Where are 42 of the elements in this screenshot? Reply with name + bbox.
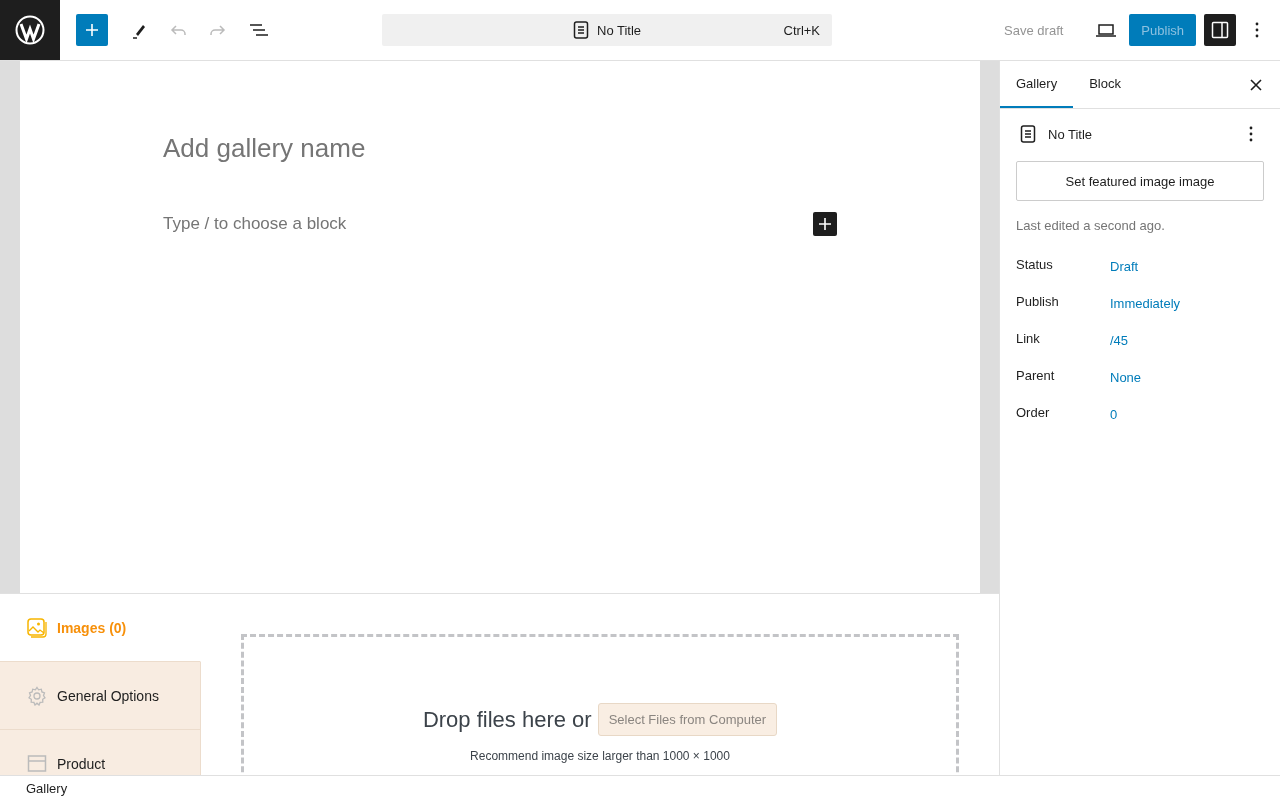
sidebar-tab[interactable]: Block — [1073, 61, 1137, 108]
field-label: Publish — [1016, 294, 1060, 311]
image-size-hint: Recommend image size larger than 1000 × 1000 — [470, 749, 730, 763]
select-files-button[interactable]: Select Files from Computer — [597, 703, 778, 736]
sidebar-tab[interactable]: Gallery — [1000, 61, 1074, 108]
wordpress-logo[interactable] — [0, 0, 60, 60]
plus-icon — [818, 217, 832, 231]
set-featured-image-button[interactable]: Set featured image image — [1016, 161, 1264, 201]
document-title: No Title — [597, 22, 642, 38]
laptop-icon[interactable] — [1095, 22, 1118, 38]
close-icon[interactable] — [1250, 78, 1262, 91]
field-value-link[interactable]: Draft — [1110, 257, 1264, 274]
plus-icon — [84, 22, 100, 38]
field-label: Link — [1016, 331, 1041, 348]
field-value-link[interactable]: Immediately — [1110, 294, 1264, 311]
save-draft-button[interactable]: Save draft — [1004, 16, 1076, 44]
field-value-link[interactable]: None — [1110, 368, 1264, 385]
document-icon — [1020, 125, 1036, 143]
document-icon — [573, 21, 589, 39]
breadcrumb-item[interactable]: Gallery — [26, 780, 68, 796]
field-value-link[interactable]: 0 — [1110, 405, 1264, 422]
command-bar[interactable]: No Title Ctrl+K — [382, 14, 833, 46]
field-value-link[interactable]: /45 — [1110, 331, 1264, 348]
layout-icon — [27, 753, 47, 774]
sidebar-icon — [1211, 21, 1229, 39]
more-options-icon[interactable] — [1254, 21, 1260, 39]
field-label: Order — [1016, 405, 1051, 422]
last-edited-text: Last edited a second ago. — [1016, 218, 1166, 233]
block-placeholder[interactable]: Type / to choose a block — [163, 214, 347, 234]
field-label: Status — [1016, 257, 1054, 274]
add-block-button[interactable] — [813, 212, 837, 236]
field-label: Parent — [1016, 368, 1056, 385]
drop-files-text: Drop files here or — [422, 706, 592, 733]
gallery-tab[interactable]: General Options — [0, 662, 201, 730]
images-icon — [27, 617, 47, 638]
gallery-tab[interactable]: Product — [0, 730, 201, 775]
keyboard-shortcut: Ctrl+K — [783, 23, 821, 38]
post-title: No Title — [1048, 126, 1094, 142]
gear-icon — [27, 685, 47, 706]
gallery-name-field[interactable]: Add gallery name — [163, 133, 837, 164]
settings-sidebar-toggle[interactable] — [1204, 14, 1236, 46]
more-options-icon[interactable] — [1248, 125, 1254, 143]
